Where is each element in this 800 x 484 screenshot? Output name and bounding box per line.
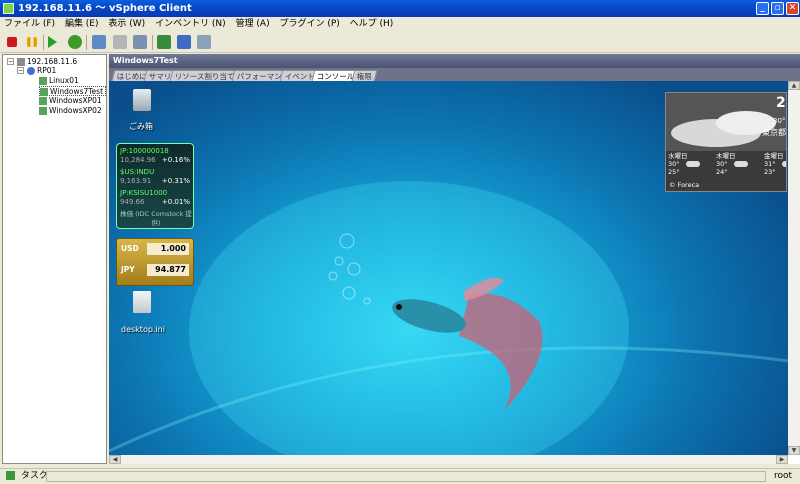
snapshot-icon[interactable]	[92, 35, 106, 49]
vm-icon	[39, 97, 47, 105]
snapshot-manager-icon[interactable]	[133, 35, 147, 49]
stock-row: $US:INDU 9,163.91 +0.31%	[120, 168, 190, 185]
tab-permissions[interactable]: 権限	[351, 70, 378, 81]
cloud-image	[666, 93, 786, 151]
cloud-icon	[686, 161, 700, 167]
window-title: 192.168.11.6 ～ vSphere Client	[18, 3, 192, 14]
tree-item-vm-selected[interactable]: Windows7Test	[39, 86, 107, 96]
menu-inventory[interactable]: インベントリ (N)	[155, 19, 226, 29]
vm-panel: Windows7Test はじめに サマリ リソース割り当て パフォーマンス イ…	[109, 54, 800, 464]
menu-admin[interactable]: 管理 (A)	[236, 19, 270, 29]
toolbar-separator	[152, 35, 153, 50]
horizontal-scrollbar[interactable]: ◀ ▶	[109, 455, 788, 464]
current-temperature: 2	[776, 95, 786, 111]
collapse-toggle[interactable]: −	[17, 67, 24, 74]
stock-row: JP:KSISU1000 949.66 +0.01%	[120, 189, 190, 206]
currency-to-value[interactable]: 94.877	[147, 264, 189, 276]
menu-file[interactable]: ファイル (F)	[4, 19, 55, 29]
minimize-button[interactable]: _	[756, 2, 769, 15]
recycle-bin-label: ごみ箱	[129, 122, 153, 131]
stock-gadget[interactable]: JP:100000018 10,284.96 +0.16% $US:INDU 9,16…	[116, 143, 194, 229]
weather-source: © Foreca	[669, 181, 700, 189]
menu-help[interactable]: ヘルプ (H)	[350, 19, 394, 29]
migrate-icon[interactable]	[177, 35, 191, 49]
tab-resource-allocation[interactable]: リソース割り当て	[169, 70, 240, 81]
current-user: root	[774, 471, 793, 481]
currency-to[interactable]: JPY	[121, 265, 135, 274]
stock-footer: 株価 (IDC Comstock 提供)	[120, 210, 192, 227]
toolbar-separator	[86, 35, 87, 50]
tree-item-vm[interactable]: WindowsXP02	[39, 106, 102, 116]
tasks-icon	[6, 471, 15, 480]
currency-gadget[interactable]: USD 1.000 JPY 94.877	[116, 238, 194, 286]
weather-temp-partial: 30°	[773, 117, 786, 125]
cloud-icon	[734, 161, 748, 167]
file-label: desktop.ini	[121, 325, 165, 334]
inventory-tree: − 192.168.11.6 − RP01 Linux01 Windows7Te…	[2, 54, 107, 464]
vertical-scrollbar[interactable]: ▲ ▼	[788, 81, 800, 455]
vm-icon	[40, 88, 48, 96]
menu-edit[interactable]: 編集 (E)	[65, 19, 99, 29]
collapse-toggle[interactable]: −	[7, 58, 14, 65]
settings-icon[interactable]	[197, 35, 211, 49]
status-bar: タスク root	[0, 468, 800, 484]
panel-title: Windows7Test	[109, 54, 800, 68]
menu-view[interactable]: 表示 (W)	[108, 19, 145, 29]
maximize-button[interactable]: ▫	[771, 2, 784, 15]
power-off-icon[interactable]	[7, 37, 17, 47]
menu-plugins[interactable]: プラグイン (P)	[279, 19, 339, 29]
host-icon	[17, 58, 25, 66]
scroll-down-button[interactable]: ▼	[788, 446, 800, 455]
toolbar-separator	[43, 35, 44, 50]
file-icon[interactable]	[133, 291, 151, 313]
status-field	[46, 471, 766, 482]
vm-icon	[39, 77, 47, 85]
stock-row: JP:100000018 10,284.96 +0.16%	[120, 147, 190, 164]
title-bar: 192.168.11.6 ～ vSphere Client _ ▫ ✕	[0, 0, 800, 17]
vsphere-app-icon	[3, 3, 14, 14]
close-button[interactable]: ✕	[786, 2, 799, 15]
tab-bar: はじめに サマリ リソース割り当て パフォーマンス イベント コンソール 権限	[109, 68, 800, 81]
vm-icon	[39, 107, 47, 115]
menu-bar: ファイル (F) 編集 (E) 表示 (W) インベントリ (N) 管理 (A)…	[0, 17, 800, 32]
resource-pool-icon	[27, 67, 35, 75]
cloud-icon	[782, 161, 786, 167]
scroll-left-button[interactable]: ◀	[109, 455, 121, 464]
recycle-bin-icon[interactable]	[133, 89, 151, 111]
tree-item-vm[interactable]: Linux01	[39, 76, 79, 86]
console-icon[interactable]	[157, 35, 171, 49]
tasks-button[interactable]: タスク	[21, 471, 48, 481]
currency-from-value[interactable]: 1.000	[147, 243, 189, 255]
vm-console[interactable]: ごみ箱 JP:100000018 10,284.96 +0.16% $US:INDU…	[109, 81, 788, 455]
weather-city: 東京都	[762, 128, 786, 137]
currency-from[interactable]: USD	[121, 244, 139, 253]
reset-icon[interactable]	[68, 35, 82, 49]
weather-gadget[interactable]: 2 30° 東京都 水曜日 30° 25° 木曜日 30° 24° 金曜日 31° 23° …	[665, 92, 787, 192]
power-on-icon[interactable]	[48, 36, 57, 48]
scroll-right-button[interactable]: ▶	[776, 455, 788, 464]
tree-item-vm[interactable]: WindowsXP01	[39, 96, 102, 106]
toolbar	[0, 32, 800, 53]
tree-item-pool[interactable]: RP01	[27, 66, 56, 76]
suspend-icon[interactable]	[27, 37, 37, 47]
scroll-up-button[interactable]: ▲	[788, 81, 800, 90]
revert-snapshot-icon[interactable]	[113, 35, 127, 49]
